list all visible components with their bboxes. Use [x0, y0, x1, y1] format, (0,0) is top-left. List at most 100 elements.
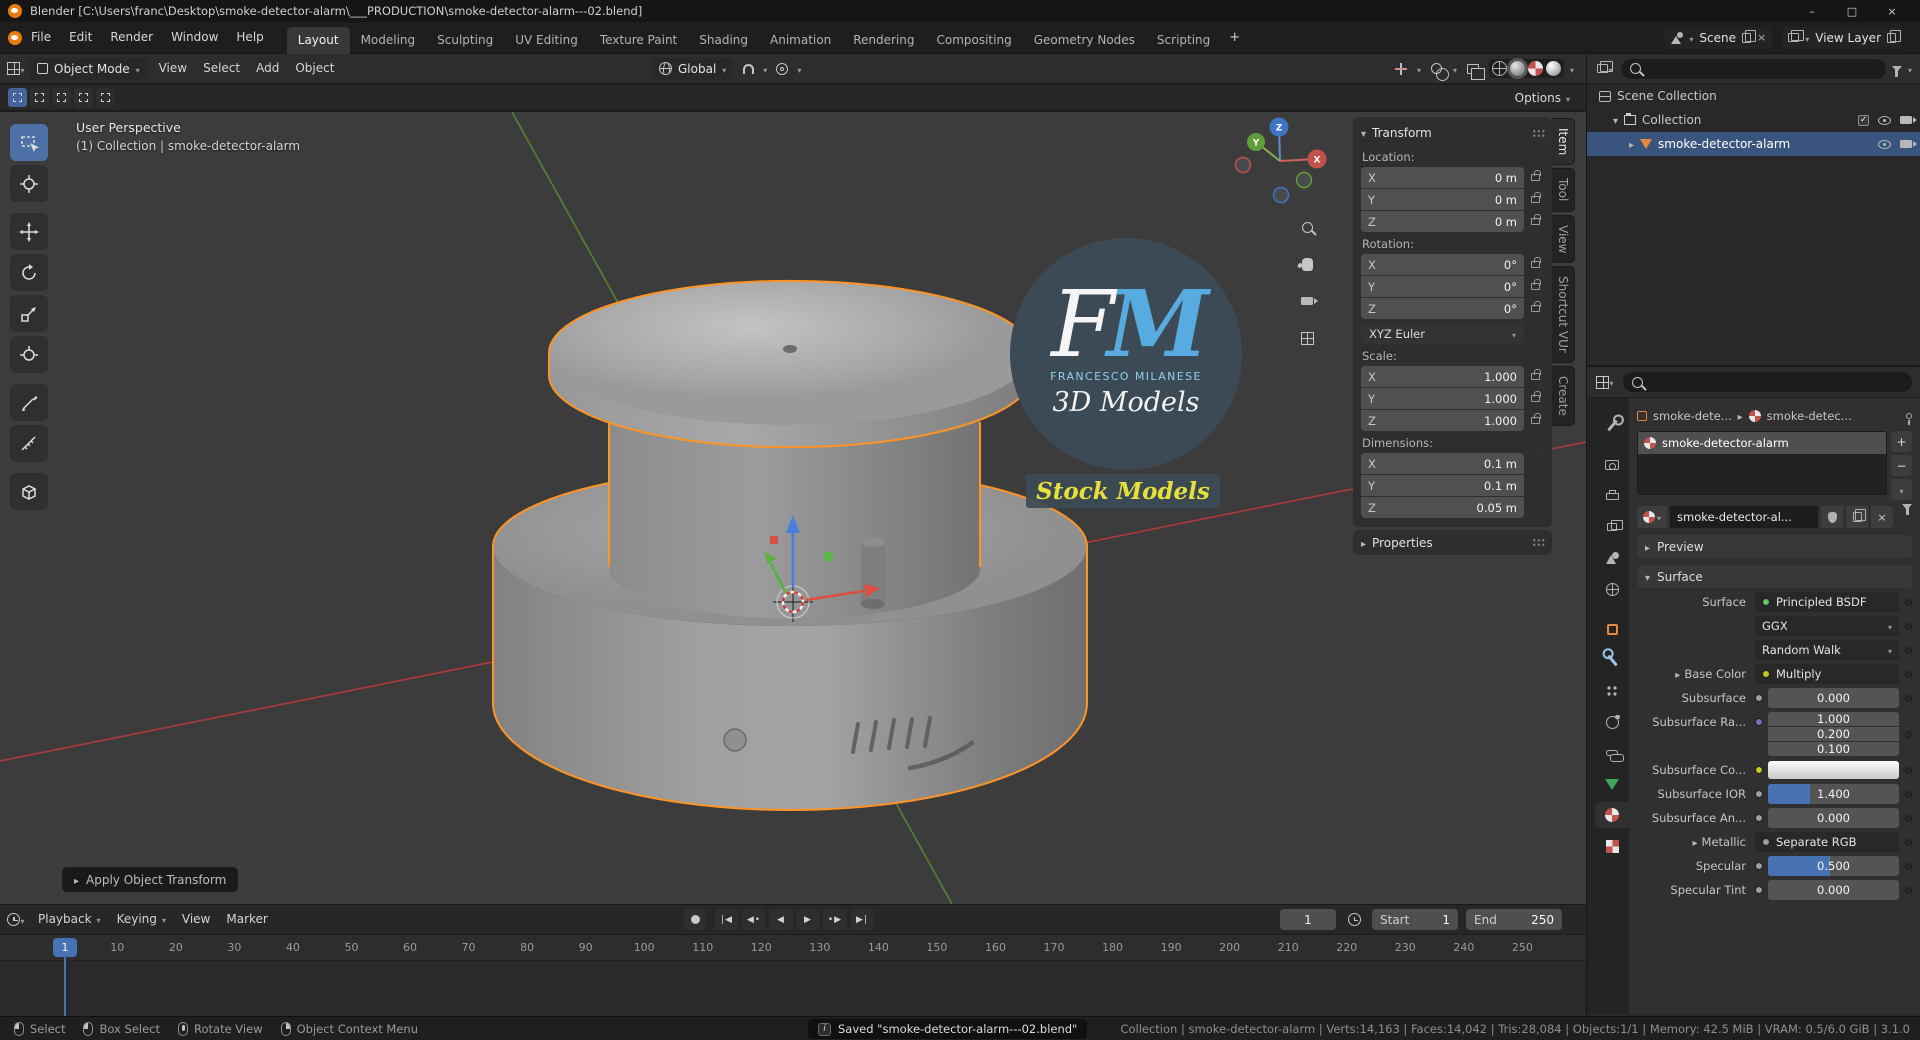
subsurface-method-dropdown[interactable]: Random Walk	[1755, 640, 1899, 660]
scale-tool[interactable]	[10, 295, 48, 332]
specular-slider[interactable]: 0.500	[1768, 856, 1899, 876]
outliner-row-object[interactable]: smoke-detector-alarm	[1587, 132, 1920, 156]
location-field[interactable]: X0 m	[1361, 167, 1546, 188]
lock-icon[interactable]	[1530, 301, 1542, 312]
transport-button[interactable]: ▶	[796, 909, 820, 930]
outliner-row-scene-collection[interactable]: Scene Collection	[1587, 84, 1920, 108]
animate-decorator[interactable]	[1905, 886, 1912, 894]
subsurface-radius-y[interactable]: 0.200	[1768, 727, 1899, 741]
animate-decorator[interactable]	[1905, 862, 1912, 870]
collection-checkbox[interactable]	[1858, 114, 1869, 126]
hide-in-viewport-icon[interactable]	[1878, 139, 1891, 149]
lock-icon[interactable]	[1530, 413, 1542, 424]
transform-panel-header[interactable]: Transform	[1361, 121, 1546, 145]
lock-icon[interactable]	[1530, 170, 1542, 181]
shading-dropdown-icon[interactable]	[1570, 62, 1574, 76]
properties-tab-object[interactable]	[1595, 616, 1629, 642]
wireframe-shading-icon[interactable]	[1491, 61, 1507, 76]
cursor-tool[interactable]	[10, 165, 48, 202]
subsurface-radius-z[interactable]: 0.100	[1768, 742, 1899, 756]
workspace-tab[interactable]: Texture Paint	[589, 27, 688, 54]
dimensions-field[interactable]: Z 0.05 m	[1361, 497, 1546, 518]
rotation-field[interactable]: X 0°	[1361, 254, 1546, 275]
new-material-button[interactable]	[1846, 506, 1868, 528]
subsurface-ior-slider[interactable]: 1.400	[1768, 784, 1899, 804]
select-mode-invert[interactable]	[74, 88, 93, 107]
options-dropdown[interactable]: Options	[1515, 91, 1578, 105]
menubar-item[interactable]: Edit	[60, 22, 101, 53]
playhead[interactable]: 1	[53, 938, 77, 957]
workspace-tab[interactable]: UV Editing	[504, 27, 589, 54]
menubar-item[interactable]: Window	[162, 22, 227, 53]
transform-tool[interactable]	[10, 336, 48, 373]
move-tool[interactable]	[10, 213, 48, 250]
material-name-field[interactable]: smoke-detector-al...	[1670, 506, 1818, 528]
new-view-layer-icon[interactable]	[1887, 29, 1901, 43]
rotation-mode-dropdown[interactable]: XYZ Euler	[1361, 323, 1524, 344]
disclosure-icon[interactable]	[1613, 113, 1618, 127]
workspace-tab[interactable]: Animation	[759, 27, 842, 54]
add-cube-tool[interactable]	[10, 473, 48, 510]
animate-decorator[interactable]	[1905, 670, 1912, 678]
lock-icon[interactable]	[1530, 369, 1542, 380]
remove-material-slot-button[interactable]	[1891, 455, 1912, 476]
select-mode-subtract[interactable]	[52, 88, 71, 107]
material-slot-list[interactable]: smoke-detector-alarm	[1637, 431, 1887, 495]
properties-tab-object-data[interactable]	[1595, 771, 1629, 797]
animate-decorator[interactable]	[1905, 646, 1912, 654]
surface-shader-button[interactable]: Principled BSDF	[1755, 592, 1899, 612]
playhead-line[interactable]	[64, 957, 66, 1016]
scale-field[interactable]: Y 1.000	[1361, 388, 1546, 409]
subsurface-slider[interactable]: 0.000	[1768, 688, 1899, 708]
n-panel-tab[interactable]: Shortcut VUr	[1552, 266, 1575, 363]
mode-dropdown[interactable]: Object Mode	[30, 57, 147, 80]
lock-icon[interactable]	[1530, 214, 1542, 225]
drag-handle-icon[interactable]	[1532, 128, 1546, 138]
annotate-tool[interactable]	[10, 384, 48, 421]
dimensions-field[interactable]: X 0.1 m	[1361, 453, 1546, 474]
workspace-tab[interactable]: Shading	[688, 27, 759, 54]
show-overlays-toggle[interactable]	[1427, 58, 1450, 81]
workspace-tab[interactable]: Layout	[286, 26, 350, 54]
editor-type-button[interactable]	[6, 58, 26, 80]
outliner-search-input[interactable]	[1621, 58, 1886, 79]
properties-tab-tool[interactable]	[1595, 412, 1629, 438]
outliner-row-collection[interactable]: Collection	[1587, 108, 1920, 132]
surface-panel-header[interactable]: Surface	[1637, 565, 1912, 588]
material-specials-menu[interactable]	[1891, 479, 1912, 500]
close-button[interactable]: ×	[1872, 0, 1912, 22]
location-field[interactable]: Z0 m	[1361, 211, 1546, 232]
n-panel-tab[interactable]: Tool	[1552, 168, 1575, 212]
select-mode-intersect[interactable]	[96, 88, 115, 107]
properties-tab-world[interactable]	[1595, 576, 1629, 602]
browse-material-button[interactable]	[1637, 506, 1667, 528]
distribution-dropdown[interactable]: GGX	[1755, 616, 1899, 636]
view-layer-selector[interactable]: View Layer	[1782, 26, 1902, 49]
scale-field[interactable]: X 1.000	[1361, 366, 1546, 387]
material-preview-shading-icon[interactable]	[1527, 61, 1543, 76]
menubar-item[interactable]: Help	[227, 22, 272, 53]
solid-shading-icon[interactable]	[1506, 58, 1528, 79]
snap-dropdown-icon[interactable]	[763, 62, 767, 76]
transport-button[interactable]: ◀	[769, 909, 793, 930]
workspace-tab[interactable]: Scripting	[1146, 27, 1221, 54]
properties-tab-render[interactable]	[1595, 452, 1629, 478]
transport-button[interactable]: •▶	[823, 909, 847, 930]
scene-selector[interactable]: Scene ×	[1665, 26, 1773, 49]
zoom-icon[interactable]	[1294, 214, 1320, 240]
properties-tab-modifiers[interactable]	[1595, 647, 1629, 673]
operator-panel[interactable]: Apply Object Transform	[62, 867, 239, 892]
timeline-track-area[interactable]: 10 20 30 40 50 60 70 80 90 100 110 120 130 140 150 160 1…	[0, 935, 1586, 1016]
specular-tint-slider[interactable]: 0.000	[1768, 880, 1899, 900]
properties-editor-type-button[interactable]	[1595, 371, 1615, 393]
lock-icon[interactable]	[1530, 192, 1542, 203]
toggle-xray[interactable]	[1463, 58, 1485, 80]
location-field[interactable]: Y0 m	[1361, 189, 1546, 210]
rotate-tool[interactable]	[10, 254, 48, 291]
ortho-toggle-icon[interactable]	[1294, 325, 1320, 351]
animate-decorator[interactable]	[1905, 838, 1912, 846]
frame-end-field[interactable]: End 250	[1466, 909, 1562, 930]
show-gizmo-toggle[interactable]	[1391, 58, 1411, 80]
subsurface-anisotropy-slider[interactable]: 0.000	[1768, 808, 1899, 828]
properties-tab-texture[interactable]	[1595, 833, 1629, 859]
